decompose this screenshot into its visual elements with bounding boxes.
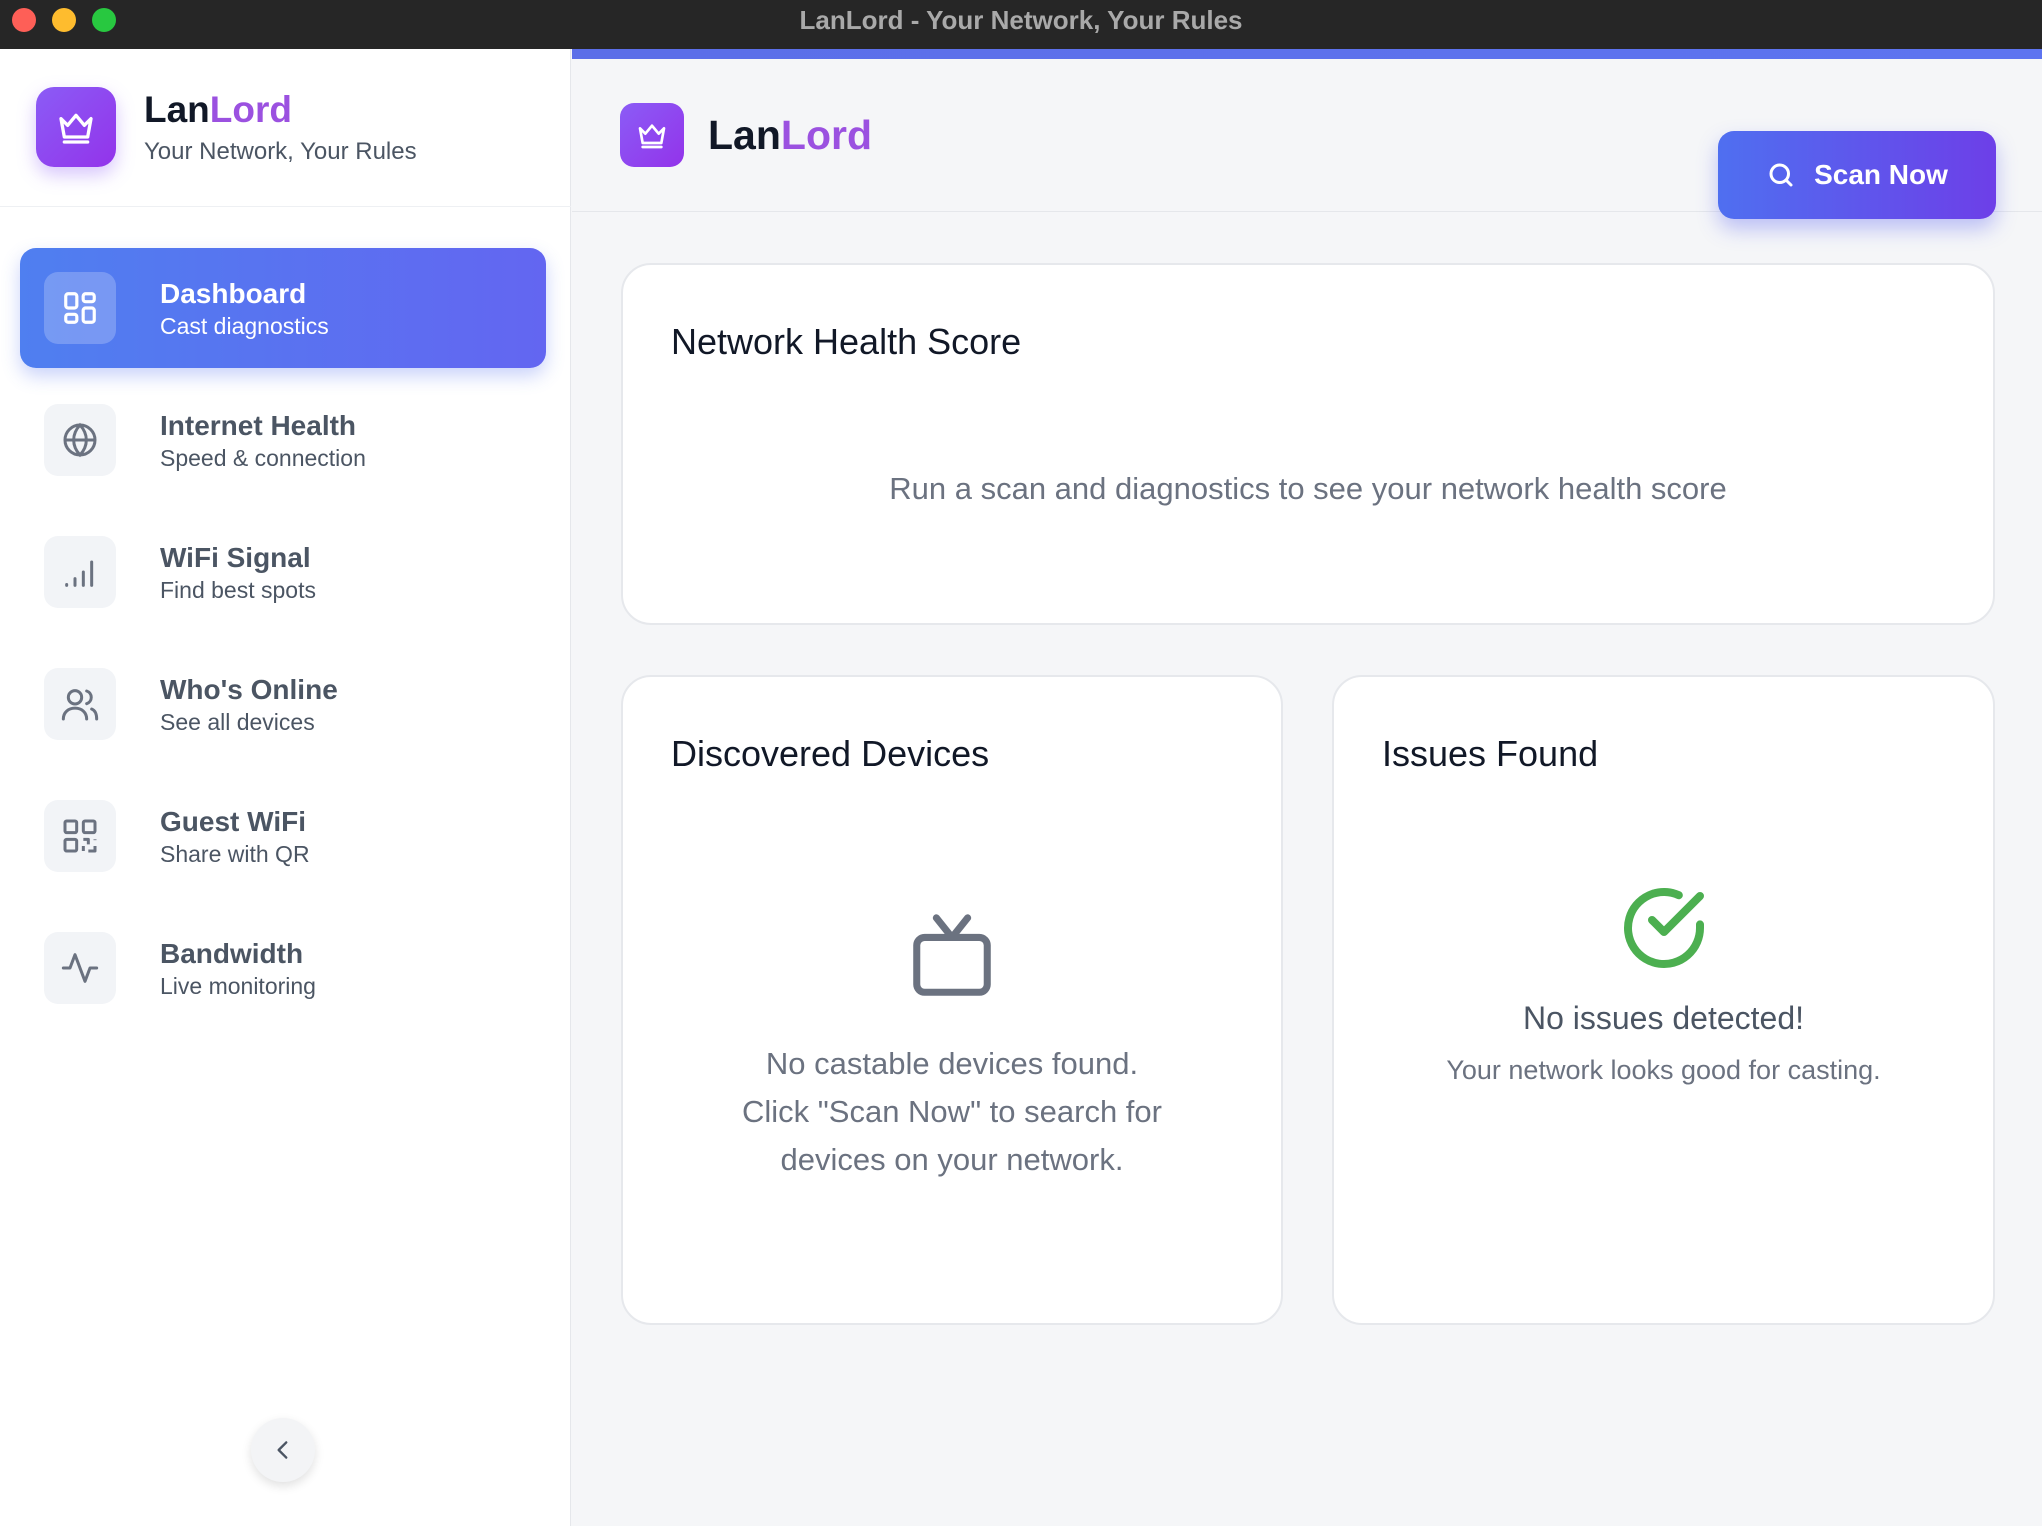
sidebar-divider [0,206,571,207]
devices-empty-message: No castable devices found. Click "Scan N… [742,1046,1162,1177]
app-window: LanLord - Your Network, Your Rules LanLo… [0,0,2042,1526]
main-content: LanLord Scan Now Network Health Score Ru… [572,49,2042,1526]
app-tagline: Your Network, Your Rules [144,138,417,165]
scan-now-label: Scan Now [1814,159,1948,190]
header-app-name: LanLord [708,111,872,158]
sidebar-item-label: Bandwidth [160,937,304,969]
check-circle-icon [1616,880,1712,981]
users-icon [44,668,116,740]
header-brand: LanLord [620,103,872,167]
window-title: LanLord - Your Network, Your Rules [799,5,1243,35]
sidebar-item-guest-wifi[interactable]: Guest WiFi Share with QR [20,776,546,896]
sidebar-item-label: Guest WiFi [160,805,306,837]
sidebar-item-sub: Speed & connection [160,444,366,471]
sidebar-item-wifi-signal[interactable]: WiFi Signal Find best spots [20,512,546,632]
sidebar-item-label: WiFi Signal [160,541,311,573]
sidebar-item-sub: Cast diagnostics [160,312,329,339]
sidebar-item-label: Dashboard [160,277,307,309]
collapse-sidebar-button[interactable] [251,1418,315,1482]
crown-icon [620,103,684,167]
tv-icon [905,910,999,1009]
dashboard-grid-icon [44,272,116,344]
sidebar-item-bandwidth[interactable]: Bandwidth Live monitoring [20,908,546,1028]
card-title: Issues Found [1382,733,1599,774]
network-health-card: Network Health Score Run a scan and diag… [621,263,1995,625]
card-title: Discovered Devices [671,733,990,774]
sidebar-item-sub: Live monitoring [160,972,316,999]
zoom-window-button[interactable] [92,8,116,32]
qr-code-icon [44,800,116,872]
accent-strip [572,49,2042,59]
activity-icon [44,932,116,1004]
close-window-button[interactable] [12,8,36,32]
sidebar-item-dashboard[interactable]: Dashboard Cast diagnostics [20,248,546,368]
discovered-devices-card: Discovered Devices No castable devices f… [621,675,1283,1325]
crown-icon [36,87,116,167]
issues-status-title: No issues detected! [1522,1000,1805,1036]
sidebar-item-sub: Find best spots [160,576,316,603]
card-title: Network Health Score [671,321,1022,362]
sidebar-item-label: Internet Health [160,409,357,441]
issues-status-sub: Your network looks good for casting. [1446,1055,1881,1085]
app-name: LanLord [144,89,292,130]
signal-bars-icon [44,536,116,608]
health-empty-message: Run a scan and diagnostics to see your n… [889,471,1727,506]
chevron-left-icon [277,1441,288,1459]
sidebar-nav: Dashboard Cast diagnostics Internet Heal… [20,248,546,1040]
sidebar-item-whos-online[interactable]: Who's Online See all devices [20,644,546,764]
window-controls [12,8,116,32]
search-icon [1769,163,1793,187]
sidebar-item-sub: See all devices [160,708,315,735]
sidebar-brand: LanLord Your Network, Your Rules [36,87,417,167]
sidebar: LanLord Your Network, Your Rules Dashboa… [0,49,571,1526]
issues-found-card: Issues Found No issues detected! Your ne… [1332,675,1995,1325]
scan-now-button[interactable]: Scan Now [1718,131,1996,219]
sidebar-item-internet-health[interactable]: Internet Health Speed & connection [20,380,546,500]
title-bar: LanLord - Your Network, Your Rules [0,0,2042,49]
sidebar-item-sub: Share with QR [160,840,310,867]
sidebar-item-label: Who's Online [160,673,338,705]
globe-icon [44,404,116,476]
minimize-window-button[interactable] [52,8,76,32]
